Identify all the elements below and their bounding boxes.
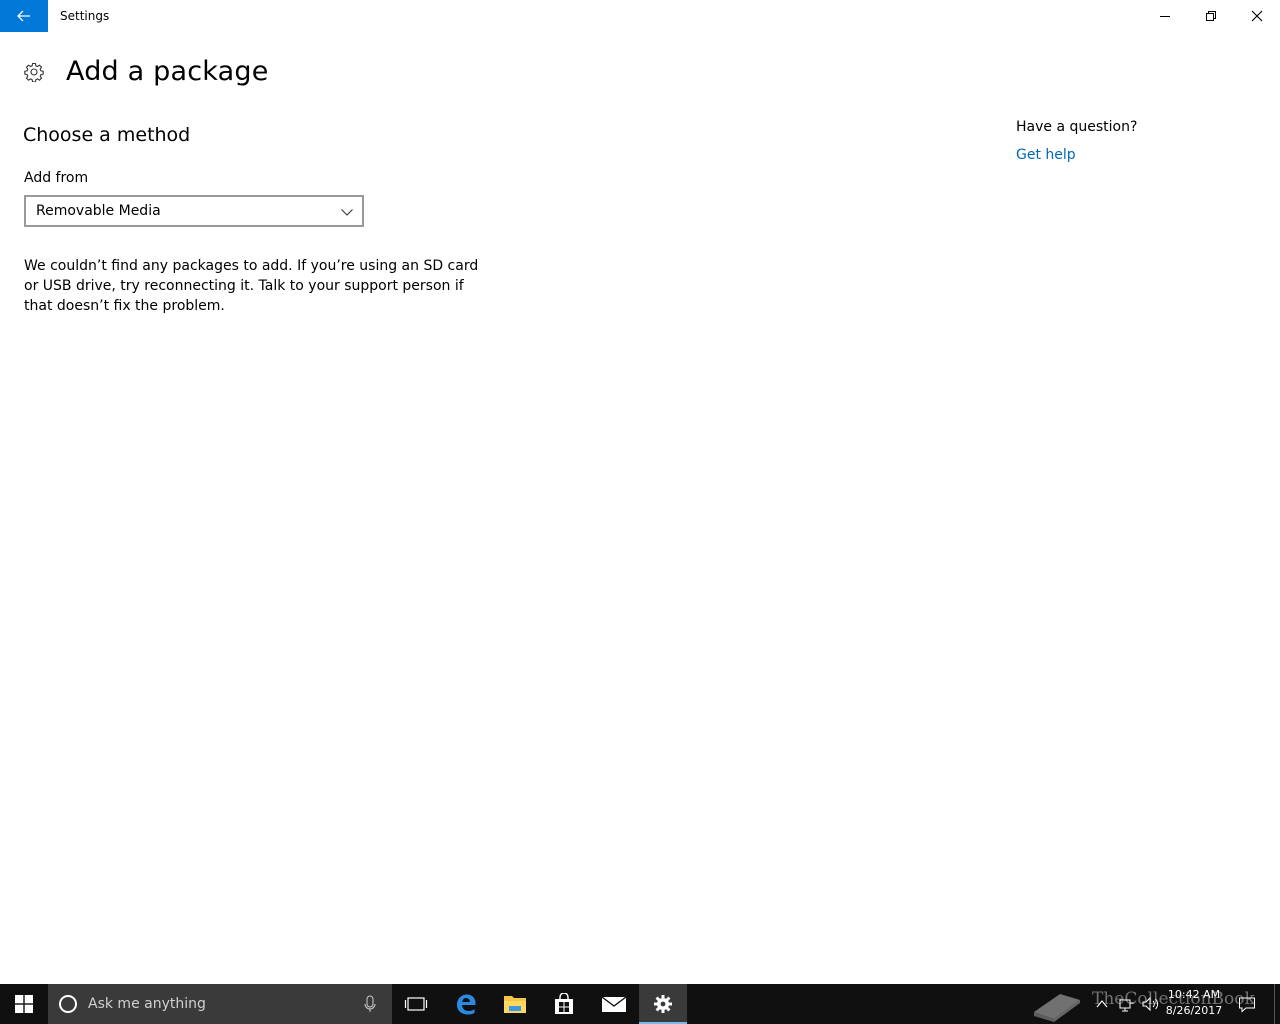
- action-center-icon[interactable]: [1238, 994, 1256, 1014]
- no-packages-message: We couldn’t find any packages to add. If…: [24, 258, 479, 314]
- windows-logo-icon: [15, 995, 33, 1013]
- show-desktop-button[interactable]: [1274, 984, 1280, 1024]
- restore-icon: [1206, 11, 1216, 21]
- search-placeholder: Ask me anything: [88, 996, 206, 1012]
- get-help-link[interactable]: Get help: [1016, 145, 1076, 165]
- page-title: Add a package: [66, 56, 269, 87]
- back-arrow-icon: [17, 10, 30, 22]
- store-icon: [555, 993, 573, 1014]
- task-view-button[interactable]: [392, 984, 440, 1024]
- taskbar: Ask me anything 10:42 AM 8/26/2017: [0, 984, 1280, 1024]
- settings-icon: [654, 995, 672, 1013]
- task-view-icon: [404, 997, 428, 1011]
- mail-icon: [601, 996, 627, 1012]
- add-from-selected-value: Removable Media: [36, 203, 161, 219]
- show-hidden-icons-icon[interactable]: [1094, 994, 1110, 1014]
- taskbar-clock[interactable]: 10:42 AM 8/26/2017: [1162, 987, 1226, 1019]
- cortana-search-box[interactable]: Ask me anything: [48, 984, 392, 1024]
- network-icon[interactable]: [1118, 994, 1136, 1014]
- store-taskbar-button[interactable]: [540, 984, 588, 1024]
- clock-time: 10:42 AM: [1167, 988, 1221, 1001]
- add-from-dropdown[interactable]: Removable Media: [24, 195, 364, 227]
- mail-taskbar-button[interactable]: [590, 984, 638, 1024]
- settings-taskbar-button[interactable]: [639, 984, 687, 1024]
- edge-taskbar-button[interactable]: [442, 984, 490, 1024]
- chevron-down-icon: [341, 209, 353, 216]
- file-explorer-icon: [504, 996, 526, 1013]
- help-question: Have a question?: [1016, 119, 1138, 135]
- close-button[interactable]: [1234, 0, 1280, 32]
- minimize-icon: [1160, 16, 1170, 17]
- cortana-icon: [59, 995, 77, 1013]
- window-title: Settings: [60, 9, 110, 23]
- clock-date: 8/26/2017: [1165, 1004, 1223, 1017]
- restore-button[interactable]: [1188, 0, 1234, 32]
- back-button[interactable]: [0, 0, 48, 32]
- start-button[interactable]: [0, 984, 48, 1024]
- add-from-label: Add from: [24, 170, 89, 186]
- edge-icon: [457, 994, 476, 1015]
- title-bar: Settings: [0, 0, 1280, 32]
- close-icon: [1251, 10, 1263, 22]
- minimize-button[interactable]: [1142, 0, 1188, 32]
- section-heading: Choose a method: [23, 124, 191, 146]
- microphone-icon[interactable]: [362, 994, 378, 1014]
- volume-icon[interactable]: [1142, 994, 1160, 1014]
- gear-icon: [24, 62, 44, 82]
- file-explorer-taskbar-button[interactable]: [491, 984, 539, 1024]
